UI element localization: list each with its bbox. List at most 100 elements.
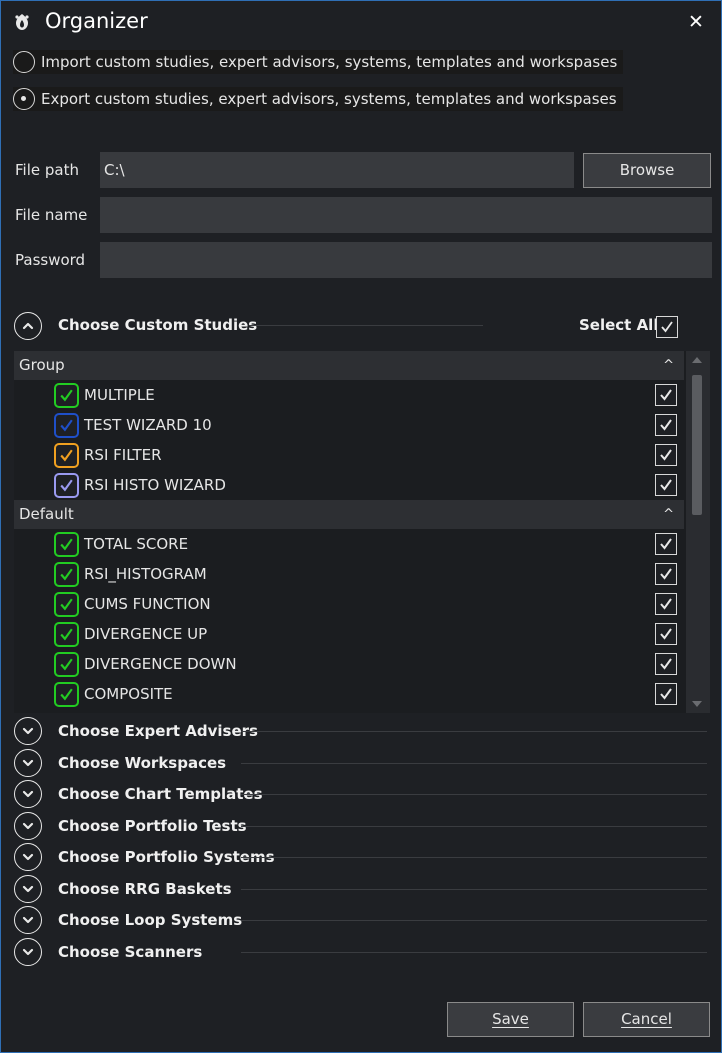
- section-divider: [241, 794, 707, 795]
- chevron-up-icon: [22, 322, 34, 330]
- study-name: RSI FILTER: [84, 446, 162, 464]
- scroll-thumb[interactable]: [692, 375, 702, 515]
- section-divider: [241, 889, 707, 890]
- study-select-checkbox[interactable]: [655, 563, 677, 585]
- section-title[interactable]: Choose Workspaces: [58, 754, 226, 772]
- section-title[interactable]: Choose RRG Baskets: [58, 880, 232, 898]
- study-color-checkbox[interactable]: [54, 532, 79, 557]
- list-item[interactable]: COMPOSITE: [14, 679, 684, 709]
- study-select-checkbox[interactable]: [655, 683, 677, 705]
- title-bar: Organizer ✕: [1, 1, 721, 43]
- import-option[interactable]: Import custom studies, expert advisors, …: [13, 50, 624, 74]
- save-button[interactable]: Save: [447, 1002, 574, 1037]
- section-toggle[interactable]: [14, 780, 42, 808]
- section-toggle[interactable]: [14, 906, 42, 934]
- checkmark-icon: [660, 658, 672, 670]
- section-title[interactable]: Choose Loop Systems: [58, 911, 242, 929]
- export-option[interactable]: Export custom studies, expert advisors, …: [13, 87, 623, 111]
- study-select-checkbox[interactable]: [655, 533, 677, 555]
- list-item[interactable]: RSI FILTER: [14, 440, 684, 470]
- chevron-down-icon: [22, 916, 34, 924]
- section-toggle[interactable]: [14, 717, 42, 745]
- study-color-checkbox[interactable]: [54, 473, 79, 498]
- checkmark-icon: [60, 628, 73, 641]
- study-select-checkbox[interactable]: [655, 384, 677, 406]
- custom-studies-list: Group ^ MULTIPLE TEST WIZARD 10 RSI FILTER RS…: [14, 351, 710, 713]
- section-toggle[interactable]: [14, 749, 42, 777]
- section-divider: [249, 325, 483, 326]
- study-select-checkbox[interactable]: [655, 653, 677, 675]
- group-header-label: Default: [19, 505, 74, 523]
- study-color-checkbox[interactable]: [54, 413, 79, 438]
- study-select-checkbox[interactable]: [655, 414, 677, 436]
- list-scrollbar[interactable]: [686, 351, 710, 713]
- custom-studies-title: Choose Custom Studies: [58, 316, 258, 334]
- study-select-checkbox[interactable]: [655, 623, 677, 645]
- checkmark-icon: [660, 628, 672, 640]
- cancel-button[interactable]: Cancel: [583, 1002, 710, 1037]
- section-toggle[interactable]: [14, 812, 42, 840]
- list-item[interactable]: TEST WIZARD 10: [14, 410, 684, 440]
- group-header-label: Group: [19, 356, 65, 374]
- export-option-label: Export custom studies, expert advisors, …: [41, 90, 617, 108]
- checkmark-icon: [660, 419, 672, 431]
- select-all-label: Select All: [579, 316, 659, 334]
- study-color-checkbox[interactable]: [54, 682, 79, 707]
- study-select-checkbox[interactable]: [655, 444, 677, 466]
- section-toggle[interactable]: [14, 938, 42, 966]
- chevron-up-icon[interactable]: ^: [663, 500, 674, 529]
- checkmark-icon: [660, 568, 672, 580]
- password-input[interactable]: [100, 242, 712, 278]
- import-radio[interactable]: [13, 51, 35, 73]
- browse-button[interactable]: Browse: [583, 153, 711, 188]
- section-title[interactable]: Choose Chart Templates: [58, 785, 263, 803]
- checkmark-icon: [660, 538, 672, 550]
- scroll-up-arrow[interactable]: [692, 357, 702, 363]
- list-item[interactable]: RSI_HISTOGRAM: [14, 559, 684, 589]
- file-name-input[interactable]: [100, 197, 712, 233]
- group-header[interactable]: Group ^: [14, 351, 684, 380]
- custom-studies-toggle[interactable]: [14, 312, 42, 340]
- chevron-down-icon: [22, 885, 34, 893]
- section-divider: [241, 920, 707, 921]
- checkmark-icon: [60, 449, 73, 462]
- list-item[interactable]: DIVERGENCE DOWN: [14, 649, 684, 679]
- study-name: TEST WIZARD 10: [84, 416, 212, 434]
- group-header[interactable]: Default ^: [14, 500, 684, 529]
- section-divider: [241, 763, 707, 764]
- file-path-input[interactable]: [100, 152, 574, 188]
- study-color-checkbox[interactable]: [54, 562, 79, 587]
- section-title[interactable]: Choose Portfolio Tests: [58, 817, 247, 835]
- close-button[interactable]: ✕: [685, 11, 707, 33]
- chevron-down-icon: [22, 948, 34, 956]
- section-title[interactable]: Choose Expert Advisers: [58, 722, 258, 740]
- study-name: RSI HISTO WIZARD: [84, 476, 226, 494]
- study-color-checkbox[interactable]: [54, 443, 79, 468]
- checkmark-icon: [660, 449, 672, 461]
- list-item[interactable]: DIVERGENCE UP: [14, 619, 684, 649]
- study-color-checkbox[interactable]: [54, 592, 79, 617]
- section-toggle[interactable]: [14, 843, 42, 871]
- select-all-checkbox[interactable]: [656, 316, 678, 338]
- list-item[interactable]: RSI HISTO WIZARD: [14, 470, 684, 500]
- section-title[interactable]: Choose Scanners: [58, 943, 202, 961]
- study-select-checkbox[interactable]: [655, 593, 677, 615]
- export-radio[interactable]: [13, 88, 35, 110]
- list-item[interactable]: CUMS FUNCTION: [14, 589, 684, 619]
- chevron-up-icon[interactable]: ^: [663, 351, 674, 380]
- study-select-checkbox[interactable]: [655, 474, 677, 496]
- section-toggle[interactable]: [14, 875, 42, 903]
- chevron-down-icon: [22, 727, 34, 735]
- list-item[interactable]: TOTAL SCORE: [14, 529, 684, 559]
- checkmark-icon: [660, 479, 672, 491]
- study-color-checkbox[interactable]: [54, 383, 79, 408]
- study-color-checkbox[interactable]: [54, 622, 79, 647]
- study-name: TOTAL SCORE: [84, 535, 189, 553]
- chevron-down-icon: [22, 759, 34, 767]
- study-name: DIVERGENCE DOWN: [84, 655, 237, 673]
- list-item[interactable]: MULTIPLE: [14, 380, 684, 410]
- checkmark-icon: [661, 321, 673, 333]
- study-color-checkbox[interactable]: [54, 652, 79, 677]
- study-name: DIVERGENCE UP: [84, 625, 208, 643]
- scroll-down-arrow[interactable]: [692, 701, 702, 707]
